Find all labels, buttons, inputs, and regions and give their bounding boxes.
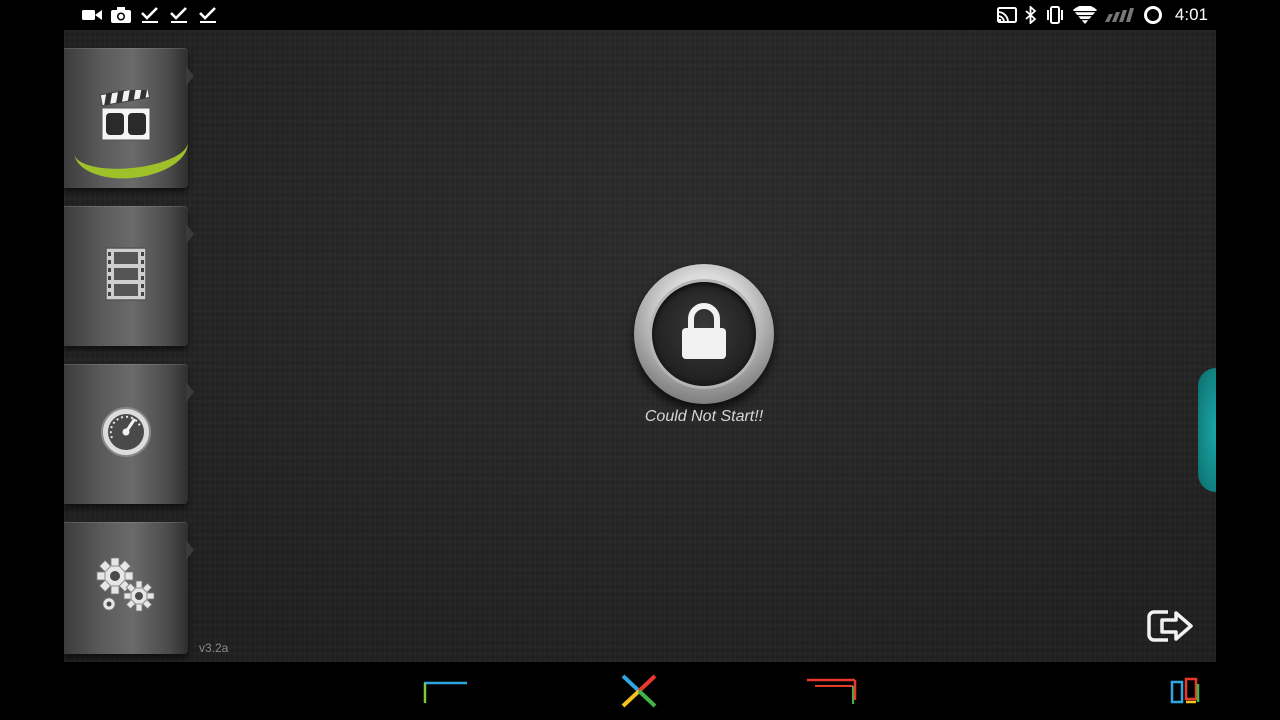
status-message: Could Not Start!! <box>644 408 764 425</box>
navigation-bar <box>0 662 1280 720</box>
home-icon <box>619 673 659 713</box>
cast-icon <box>996 7 1017 23</box>
circle-icon <box>1143 5 1163 25</box>
back-icon <box>421 677 469 709</box>
split-screen-button[interactable] <box>1160 676 1210 710</box>
screen: 4:01 v3.2a Could Not Start!! <box>0 0 1280 720</box>
sidebar <box>64 30 194 662</box>
recent-apps-button[interactable] <box>805 676 857 710</box>
home-button[interactable] <box>614 673 664 713</box>
check-icon <box>198 6 218 24</box>
bluetooth-icon <box>1025 6 1037 24</box>
signal-icon <box>1104 8 1135 22</box>
exit-icon <box>1146 609 1194 647</box>
speedometer-icon <box>100 406 152 462</box>
lock-button-wrapper <box>634 264 774 404</box>
wifi-icon <box>1072 6 1097 24</box>
split-screen-icon <box>1169 676 1201 710</box>
status-left-icons <box>82 4 218 26</box>
check-icon <box>169 6 189 24</box>
exit-button[interactable] <box>1144 608 1196 648</box>
app-area: v3.2a Could Not Start!! <box>64 30 1216 662</box>
camera-icon <box>111 7 131 23</box>
recent-apps-icon <box>805 676 857 710</box>
lock-button[interactable] <box>634 264 774 404</box>
check-icon <box>140 6 160 24</box>
lock-button-face <box>652 282 756 386</box>
vibrate-icon <box>1045 6 1065 24</box>
gears-icon <box>93 556 159 620</box>
status-right-icons: 4:01 <box>996 4 1208 26</box>
sidebar-item-camera[interactable] <box>64 48 194 188</box>
side-panel-tab[interactable] <box>1198 368 1216 492</box>
status-clock: 4:01 <box>1174 5 1208 24</box>
sidebar-item-settings[interactable] <box>64 522 194 654</box>
status-bar: 4:01 <box>0 0 1280 30</box>
lock-icon <box>679 303 729 365</box>
film-strip-icon <box>104 246 148 306</box>
back-button[interactable] <box>420 676 470 710</box>
clapperboard-icon <box>98 85 154 146</box>
sidebar-item-videos[interactable] <box>64 206 194 346</box>
videocam-icon <box>82 8 102 22</box>
version-label: v3.2a <box>199 641 229 655</box>
sidebar-item-speed[interactable] <box>64 364 194 504</box>
